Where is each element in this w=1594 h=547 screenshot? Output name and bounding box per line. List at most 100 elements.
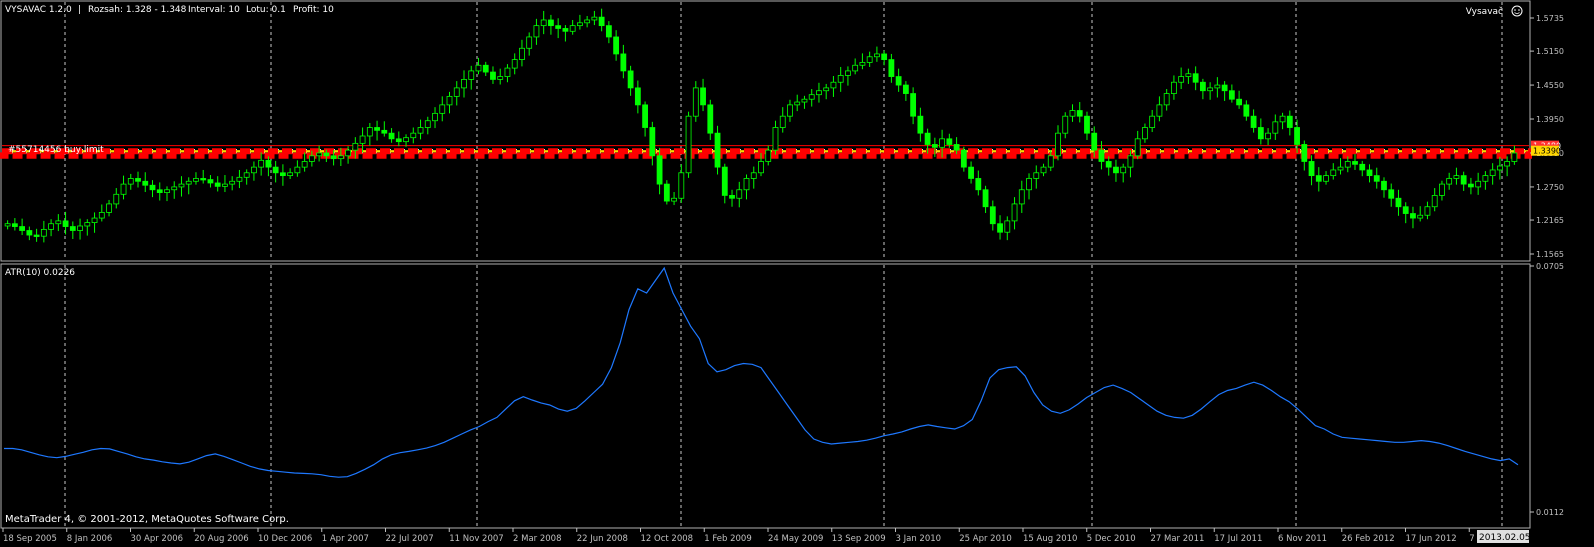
candle-body (852, 64, 859, 72)
candle-body (1134, 138, 1141, 157)
candle-body (591, 16, 598, 21)
indicator-title: VYSAVAC 1.2.0 (5, 5, 72, 15)
candle-body (236, 176, 243, 182)
candle-body (649, 127, 656, 157)
separator-bar: | (78, 5, 81, 15)
candle-body (1424, 206, 1431, 216)
candle-body (388, 132, 395, 140)
candle-body (808, 94, 815, 100)
candle-body (620, 53, 627, 72)
candle-body (1062, 115, 1069, 134)
candle-body (308, 155, 315, 162)
candle-body (26, 230, 33, 236)
candle-body (511, 59, 518, 69)
price-tick-label: 1.1565 (1536, 250, 1564, 259)
copyright-text: MetaTrader 4, © 2001-2012, MetaQuotes So… (5, 514, 289, 525)
candle-body (1185, 73, 1192, 77)
candle-body (627, 70, 634, 89)
candle-body (801, 98, 808, 103)
candle-body (1127, 155, 1134, 168)
candle-body (772, 127, 779, 151)
candle-body (251, 166, 257, 174)
candle-body (1286, 115, 1293, 128)
candle-body (997, 223, 1003, 233)
candle-body (265, 159, 272, 168)
candle-body (758, 161, 764, 174)
candle-body (794, 101, 801, 106)
candle-body (185, 180, 192, 185)
candle-body (743, 178, 750, 191)
candle-body (374, 127, 380, 131)
time-tick-label: 22 Jul 2007 (386, 534, 434, 544)
candle-body (910, 93, 917, 117)
candle-body (1504, 161, 1511, 167)
candle-body (1265, 132, 1271, 140)
candle-body (149, 184, 156, 191)
time-tick-label: 18 Sep 2005 (3, 534, 57, 544)
candle-body (214, 182, 221, 187)
candle-body (504, 67, 511, 77)
candle-body (1040, 166, 1047, 174)
price-tag-label: 1.3390 (1533, 147, 1561, 156)
candle-body (1301, 144, 1308, 162)
candle-body (482, 64, 489, 73)
candle-body (1026, 178, 1032, 191)
chart-background (0, 0, 1594, 547)
time-tick-label: 26 Feb 2012 (1342, 534, 1395, 544)
candle-body (1388, 189, 1395, 199)
candle-body (1410, 213, 1416, 219)
candle-body (989, 206, 996, 225)
candle-body (1178, 76, 1185, 83)
time-tick-label: 3 Jan 2010 (896, 534, 942, 544)
candle-body (417, 127, 424, 134)
candle-body (1337, 166, 1344, 171)
candle-body (323, 152, 330, 157)
candle-body (1098, 149, 1105, 162)
candle-body (403, 137, 409, 143)
candle-body (120, 183, 127, 195)
candle-body (1207, 87, 1214, 92)
time-tick-label: 25 Apr 2010 (959, 534, 1012, 544)
candle-body (946, 138, 953, 145)
candle-body (576, 22, 583, 27)
candle-body (975, 178, 982, 191)
candle-body (830, 81, 837, 89)
time-tick-label: 2 Mar 2008 (513, 534, 561, 544)
candle-body (917, 115, 924, 134)
candle-body (1323, 175, 1329, 182)
price-tick-label: 1.3950 (1536, 115, 1564, 124)
time-tick-label: 22 Jun 2008 (577, 534, 628, 544)
candle-body (874, 53, 880, 58)
time-tick-label: 13 Sep 2009 (832, 534, 886, 544)
candle-body (663, 183, 670, 202)
candle-body (1113, 166, 1119, 174)
candle-body (678, 172, 685, 199)
candle-body (200, 178, 207, 181)
time-tick-label: 6 Nov 2011 (1278, 534, 1327, 544)
time-tick-label: 1 Apr 2007 (322, 534, 369, 544)
candle-body (881, 53, 888, 60)
candle-body (1171, 81, 1177, 94)
candle-body (410, 132, 417, 139)
candle-body (1257, 127, 1264, 140)
candle-body (816, 90, 822, 96)
candle-body (446, 95, 453, 106)
candle-body (222, 183, 228, 187)
chart-canvas[interactable]: 1.57351.51501.45501.39501.33501.27501.21… (0, 0, 1594, 547)
candle-body (127, 178, 134, 185)
price-tick-label: 1.2165 (1536, 216, 1564, 225)
candle-body (526, 36, 533, 49)
candle-body (714, 132, 721, 168)
time-tick-label: 5 Dec 2010 (1087, 534, 1136, 544)
candle-body (671, 197, 677, 202)
candle-body (1496, 165, 1503, 171)
candle-body (1460, 175, 1467, 185)
candle-body (229, 180, 236, 185)
candle-body (453, 87, 460, 97)
price-tags: 1.34801.34101.3390 (1531, 140, 1561, 156)
candle-body (337, 155, 344, 160)
candle-body (1373, 175, 1380, 182)
candle-body (1359, 163, 1366, 171)
candle-body (569, 25, 576, 32)
candle-body (11, 223, 18, 227)
